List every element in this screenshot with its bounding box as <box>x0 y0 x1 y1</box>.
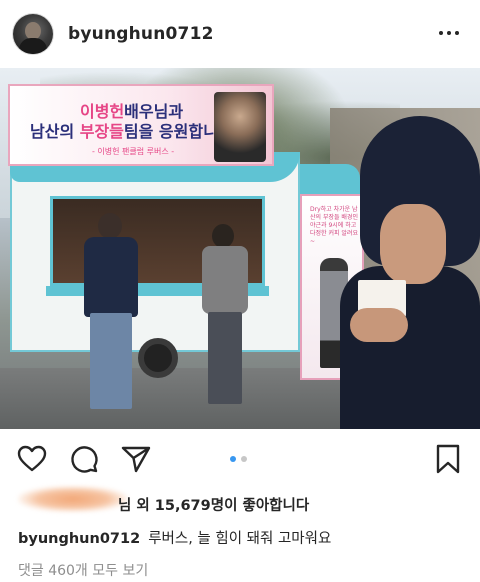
banner-subtitle: - 이병헌 팬클럽 루버스 - <box>92 147 175 156</box>
hooded-person <box>340 116 480 429</box>
customer-figure-right <box>198 224 252 410</box>
banner-portrait <box>214 92 266 162</box>
more-options-icon[interactable] <box>438 26 460 40</box>
view-all-comments-link[interactable]: 댓글 460개 모두 보기 <box>18 560 148 580</box>
caption-text: 루버스, 늘 힘이 돼줘 고마워요 <box>148 531 332 547</box>
carousel-dot-active <box>230 456 236 462</box>
blurred-username <box>18 486 128 512</box>
comment-icon[interactable] <box>68 443 100 475</box>
banner-line-2: 남산의 부장들팀을 응원합니다. <box>30 122 239 141</box>
post-username[interactable]: byunghun0712 <box>68 24 214 44</box>
carousel-indicator <box>230 456 247 462</box>
food-truck <box>10 152 360 378</box>
post-header: byunghun0712 <box>0 0 480 68</box>
avatar[interactable] <box>13 14 53 54</box>
post-caption: byunghun0712 루버스, 늘 힘이 돼줘 고마워요 <box>18 527 331 548</box>
carousel-dot <box>241 456 247 462</box>
bookmark-icon[interactable] <box>432 443 464 475</box>
truck-banner: 이병헌배우님과 남산의 부장들팀을 응원합니다. - 이병헌 팬클럽 루버스 - <box>8 84 274 166</box>
likes-count[interactable]: 님 외 15,679명이 좋아합니다 <box>118 494 309 515</box>
action-bar <box>0 429 480 489</box>
caption-username[interactable]: byunghun0712 <box>18 531 140 547</box>
customer-figure-left <box>76 213 146 418</box>
send-icon[interactable] <box>120 443 152 475</box>
post-photo[interactable]: 이병헌배우님과 남산의 부장들팀을 응원합니다. - 이병헌 팬클럽 루버스 -… <box>0 68 480 429</box>
heart-icon[interactable] <box>16 443 48 475</box>
